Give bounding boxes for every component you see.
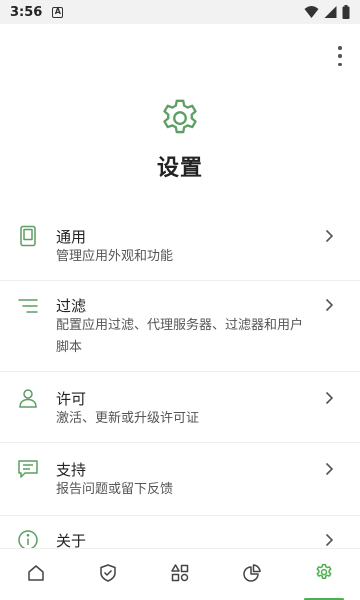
- settings-item-title: 通用: [56, 228, 87, 246]
- settings-item-about[interactable]: 关于: [0, 516, 360, 550]
- chevron-right-icon: [325, 229, 334, 243]
- settings-item-general[interactable]: 通用 管理应用外观和功能: [0, 212, 360, 280]
- apps-grid-icon: [171, 564, 189, 582]
- chat-icon: [18, 460, 38, 478]
- person-icon: [19, 389, 37, 408]
- settings-screen: 3:56 A 设置 通用 管理应用外观和功能 过滤 配置应用过滤、代理服务器、过…: [0, 0, 360, 600]
- more-options-icon[interactable]: [332, 44, 348, 68]
- signal-icon: [324, 6, 337, 18]
- status-time: 3:56: [10, 4, 43, 20]
- nav-apps[interactable]: [144, 549, 216, 600]
- nav-settings[interactable]: [288, 549, 360, 600]
- settings-item-desc: 报告问题或留下反馈: [56, 482, 174, 497]
- settings-item-license[interactable]: 许可 激活、更新或升级许可证: [0, 372, 360, 442]
- settings-item-desc: 激活、更新或升级许可证: [56, 411, 200, 426]
- status-bar: 3:56 A: [0, 0, 360, 24]
- settings-item-desc: 管理应用外观和功能: [56, 249, 174, 264]
- settings-item-title: 过滤: [56, 297, 87, 315]
- gear-icon: [163, 99, 197, 134]
- chevron-right-icon: [325, 298, 334, 312]
- settings-item-support[interactable]: 支持 报告问题或留下反馈: [0, 443, 360, 515]
- top-app-bar: [0, 24, 360, 88]
- chevron-right-icon: [325, 533, 334, 547]
- chevron-right-icon: [325, 391, 334, 405]
- battery-icon: [342, 5, 350, 19]
- status-icons: [304, 5, 350, 19]
- gear-icon: [316, 563, 332, 579]
- chevron-right-icon: [325, 462, 334, 476]
- settings-item-desc: 配置应用过滤、代理服务器、过滤器和用户脚本: [56, 318, 304, 355]
- notification-icon: A: [52, 6, 64, 18]
- page-title: 设置: [156, 156, 203, 181]
- shield-check-icon: [100, 564, 116, 582]
- wifi-icon: [304, 6, 319, 18]
- nav-home[interactable]: [0, 549, 72, 600]
- nav-statistics[interactable]: [216, 549, 288, 600]
- settings-item-title: 许可: [56, 390, 87, 408]
- nav-protection[interactable]: [72, 549, 144, 600]
- filter-lines-icon: [18, 299, 38, 313]
- pie-chart-icon: [243, 564, 261, 582]
- home-icon: [28, 565, 44, 581]
- settings-item-title: 支持: [56, 461, 87, 479]
- phone-icon: [20, 225, 36, 247]
- settings-item-filtering[interactable]: 过滤 配置应用过滤、代理服务器、过滤器和用户脚本: [0, 281, 360, 371]
- bottom-navigation: [0, 548, 360, 600]
